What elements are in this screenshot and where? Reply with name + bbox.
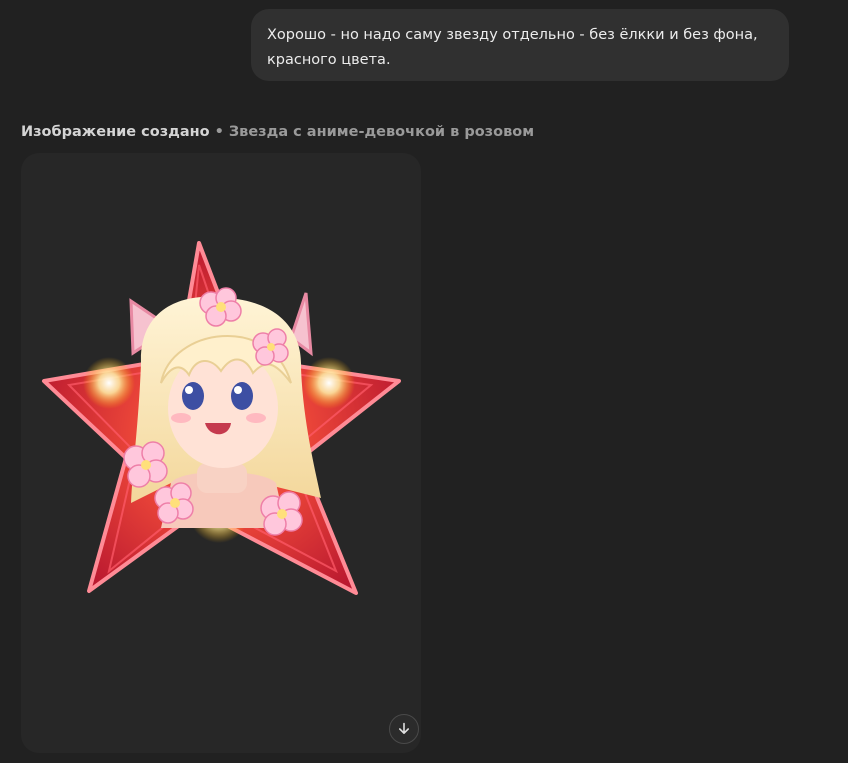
chat-page: Хорошо - но надо саму звезду отдельно - … bbox=[0, 0, 848, 763]
download-button[interactable] bbox=[389, 714, 419, 744]
user-message-bubble: Хорошо - но надо саму звезду отдельно - … bbox=[251, 9, 789, 81]
generated-image-title: Звезда с аниме-девочкой в розовом bbox=[228, 124, 535, 140]
image-generation-header: Изображение создано • Звезда с аниме-девоч… bbox=[21, 124, 534, 140]
generation-status: Изображение создано bbox=[21, 124, 210, 140]
header-separator: • bbox=[214, 124, 224, 140]
generated-image-card[interactable] bbox=[21, 153, 421, 753]
download-arrow-icon bbox=[399, 722, 409, 734]
generated-image[interactable] bbox=[21, 153, 421, 753]
flower-top bbox=[199, 287, 242, 327]
user-message-text: Хорошо - но надо саму звезду отдельно - … bbox=[267, 27, 758, 68]
